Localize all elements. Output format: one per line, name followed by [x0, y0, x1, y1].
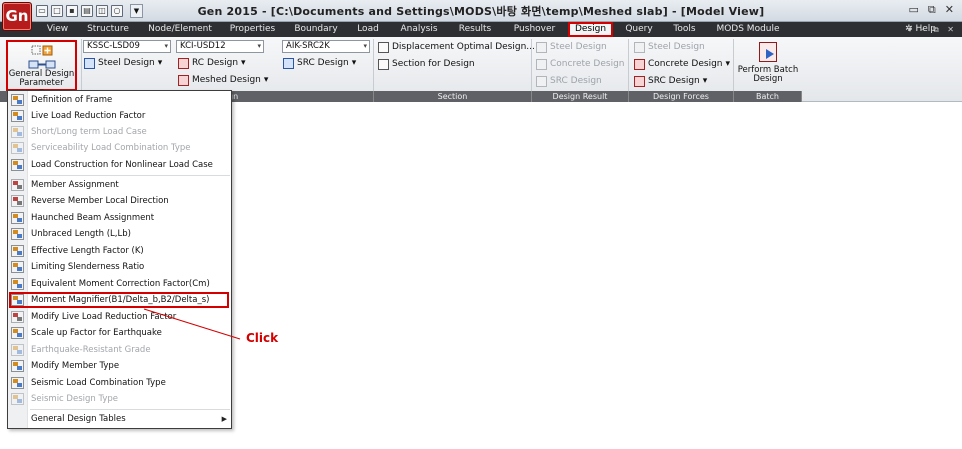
app-logo-icon[interactable]: Gn	[2, 2, 32, 31]
callout-arrow	[143, 308, 241, 340]
click-callout: Click	[246, 331, 279, 345]
app-window: ▭ □ ▪ ▤ ◫ ○ ▼ Gen 2015 - [C:\Documents a…	[0, 0, 962, 449]
